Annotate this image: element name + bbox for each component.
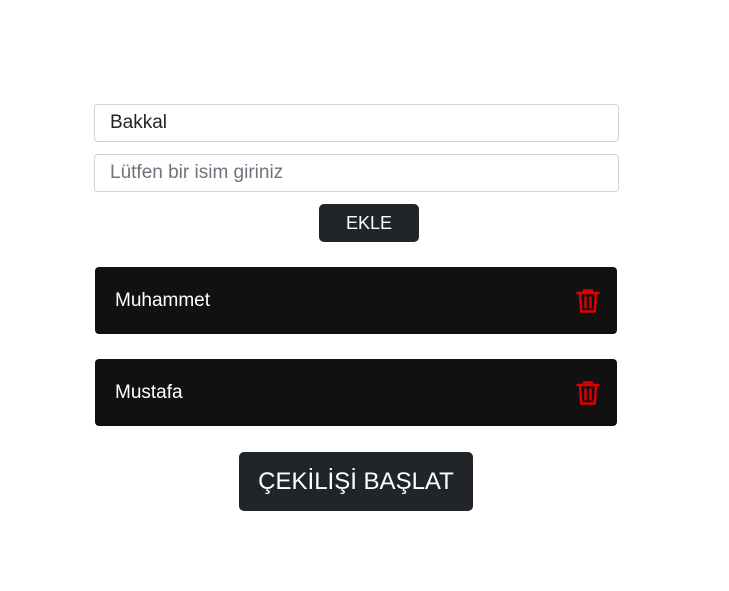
add-button[interactable]: EKLE — [319, 204, 419, 242]
participant-card: Mustafa — [95, 359, 617, 426]
participant-name: Mustafa — [115, 381, 183, 403]
shop-name-input[interactable] — [94, 104, 619, 142]
trash-icon[interactable] — [574, 379, 602, 407]
participant-name-input[interactable] — [94, 154, 619, 192]
trash-icon[interactable] — [574, 287, 602, 315]
page: EKLE Muhammet Mustafa ÇEKİLİŞİ BAŞLAT — [0, 0, 729, 591]
start-draw-button[interactable]: ÇEKİLİŞİ BAŞLAT — [239, 452, 473, 511]
participant-name: Muhammet — [115, 289, 211, 311]
participant-card: Muhammet — [95, 267, 617, 334]
